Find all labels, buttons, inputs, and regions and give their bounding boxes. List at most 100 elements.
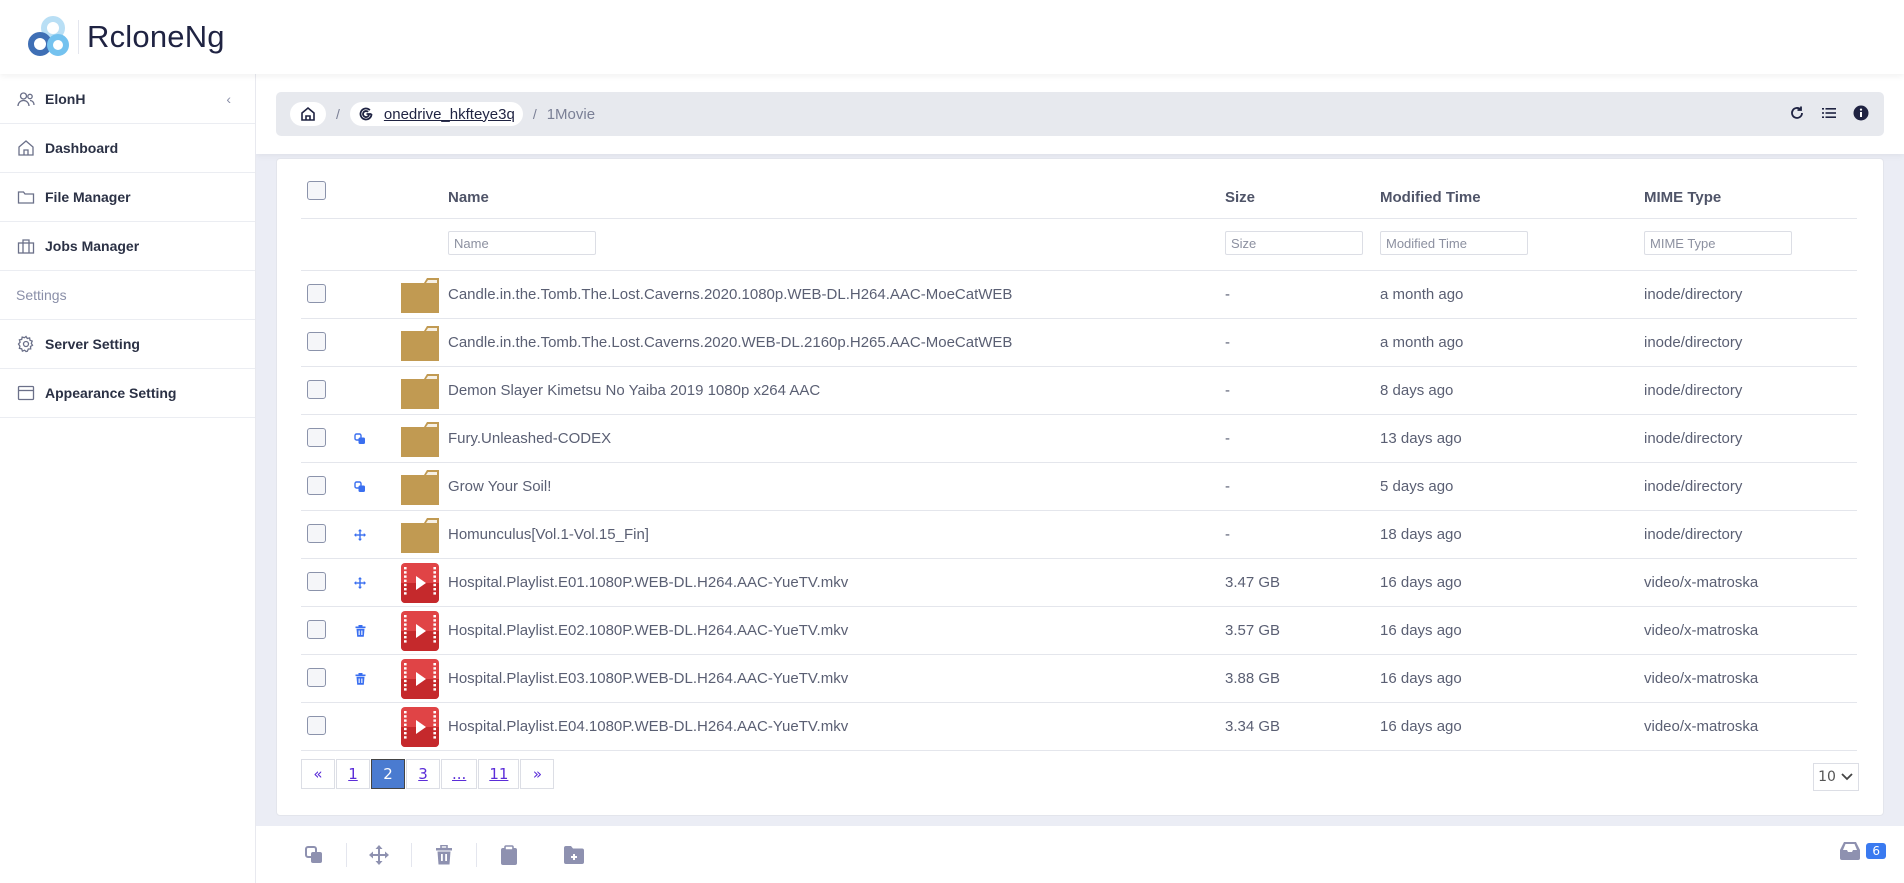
- header-mime-type[interactable]: MIME Type: [1644, 189, 1721, 206]
- file-name[interactable]: Candle.in.the.Tomb.The.Lost.Caverns.2020…: [448, 286, 1012, 303]
- pagination-page[interactable]: ...: [441, 759, 478, 789]
- sidebar-item-file-manager[interactable]: File Manager: [0, 173, 255, 222]
- pagination-page[interactable]: 1: [336, 759, 370, 789]
- header-name[interactable]: Name: [448, 189, 489, 206]
- breadcrumb-remote-label: onedrive_hkfteye3q: [383, 105, 515, 123]
- folder-icon: [401, 325, 439, 361]
- size-filter-input[interactable]: [1225, 231, 1363, 255]
- file-mime-type: inode/directory: [1644, 526, 1743, 543]
- table-row[interactable]: Candle.in.the.Tomb.The.Lost.Caverns.2020…: [301, 319, 1857, 367]
- sidebar-item-dashboard[interactable]: Dashboard: [0, 124, 255, 173]
- row-checkbox[interactable]: [307, 572, 326, 591]
- delete-job-icon: [353, 624, 367, 638]
- row-checkbox[interactable]: [307, 620, 326, 639]
- main-content: / onedrive_hkfteye3q / 1Movie Name Size …: [256, 74, 1904, 883]
- briefcase-icon: [17, 237, 35, 255]
- row-checkbox[interactable]: [307, 332, 326, 351]
- sidebar-item-label: Server Setting: [45, 336, 140, 352]
- top-header: RcloneNg: [0, 0, 1904, 74]
- paste-button[interactable]: [477, 838, 541, 872]
- file-modified-time: 16 days ago: [1380, 670, 1462, 687]
- sidebar-item-jobs-manager[interactable]: Jobs Manager: [0, 222, 255, 271]
- home-icon: [301, 106, 315, 121]
- file-name[interactable]: Homunculus[Vol.1-Vol.15_Fin]: [448, 526, 649, 543]
- copy-icon: [305, 845, 322, 863]
- table-row[interactable]: Candle.in.the.Tomb.The.Lost.Caverns.2020…: [301, 271, 1857, 319]
- file-mime-type: inode/directory: [1644, 286, 1743, 303]
- row-checkbox[interactable]: [307, 716, 326, 735]
- home-icon: [17, 139, 35, 157]
- row-checkbox[interactable]: [307, 284, 326, 303]
- row-checkbox[interactable]: [307, 668, 326, 687]
- file-mime-type: inode/directory: [1644, 382, 1743, 399]
- table-row[interactable]: Demon Slayer Kimetsu No Yaiba 2019 1080p…: [301, 367, 1857, 415]
- sidebar-item-label: File Manager: [45, 189, 131, 205]
- pagination: «1 2 3... 11»: [301, 759, 555, 789]
- sidebar-item-appearance-setting[interactable]: Appearance Setting: [0, 369, 255, 418]
- clipboard-status[interactable]: 6: [1840, 842, 1886, 860]
- header-modified-time[interactable]: Modified Time: [1380, 189, 1481, 206]
- breadcrumb-home[interactable]: [290, 102, 326, 126]
- move-button[interactable]: [347, 838, 411, 872]
- row-checkbox[interactable]: [307, 428, 326, 447]
- pagination-prev[interactable]: «: [301, 759, 335, 789]
- table-row[interactable]: Homunculus[Vol.1-Vol.15_Fin] - 18 days a…: [301, 511, 1857, 559]
- table-row[interactable]: Hospital.Playlist.E04.1080P.WEB-DL.H264.…: [301, 703, 1857, 751]
- file-name[interactable]: Candle.in.the.Tomb.The.Lost.Caverns.2020…: [448, 334, 1012, 351]
- header-size[interactable]: Size: [1225, 189, 1255, 206]
- page-size-value: 10: [1818, 769, 1836, 785]
- name-filter-input[interactable]: [448, 231, 596, 255]
- sidebar-item-server-setting[interactable]: Server Setting: [0, 320, 255, 369]
- chevron-down-icon: [1841, 773, 1853, 781]
- select-all-checkbox[interactable]: [307, 181, 326, 200]
- list-icon[interactable]: [1820, 104, 1838, 122]
- pagination-page[interactable]: 2: [371, 759, 405, 789]
- file-name[interactable]: Demon Slayer Kimetsu No Yaiba 2019 1080p…: [448, 382, 820, 399]
- mime-type-filter-input[interactable]: [1644, 231, 1792, 255]
- new-folder-button[interactable]: [542, 838, 606, 872]
- file-name[interactable]: Fury.Unleashed-CODEX: [448, 430, 611, 447]
- breadcrumb-separator: /: [336, 106, 340, 122]
- sidebar-user[interactable]: ElonH ‹: [0, 74, 255, 124]
- table-row[interactable]: Hospital.Playlist.E03.1080P.WEB-DL.H264.…: [301, 655, 1857, 703]
- pagination-page[interactable]: 11: [478, 759, 520, 789]
- video-file-icon: [401, 563, 439, 603]
- move-job-icon: [353, 576, 367, 590]
- table-row[interactable]: Fury.Unleashed-CODEX - 13 days ago inode…: [301, 415, 1857, 463]
- row-checkbox[interactable]: [307, 380, 326, 399]
- chevron-left-icon[interactable]: ‹: [226, 91, 231, 107]
- page-size-select[interactable]: 10: [1813, 763, 1859, 791]
- folder-icon: [401, 277, 439, 313]
- modified-time-filter-input[interactable]: [1380, 231, 1528, 255]
- info-icon[interactable]: [1852, 104, 1870, 122]
- move-job-icon: [353, 528, 367, 542]
- sidebar: ElonH ‹ Dashboard File Manager Jobs Mana…: [0, 74, 256, 883]
- file-modified-time: 5 days ago: [1380, 478, 1454, 495]
- file-name[interactable]: Grow Your Soil!: [448, 478, 551, 495]
- file-name[interactable]: Hospital.Playlist.E03.1080P.WEB-DL.H264.…: [448, 670, 848, 687]
- table-row[interactable]: Grow Your Soil! - 5 days ago inode/direc…: [301, 463, 1857, 511]
- folder-icon: [401, 421, 439, 457]
- table-row[interactable]: Hospital.Playlist.E02.1080P.WEB-DL.H264.…: [301, 607, 1857, 655]
- file-name[interactable]: Hospital.Playlist.E02.1080P.WEB-DL.H264.…: [448, 622, 848, 639]
- file-size: -: [1225, 286, 1230, 303]
- row-checkbox[interactable]: [307, 524, 326, 543]
- file-mime-type: inode/directory: [1644, 430, 1743, 447]
- folder-icon: [401, 469, 439, 505]
- pagination-page[interactable]: 3: [406, 759, 440, 789]
- file-size: -: [1225, 334, 1230, 351]
- breadcrumb-container: / onedrive_hkfteye3q / 1Movie: [256, 74, 1904, 154]
- row-checkbox[interactable]: [307, 476, 326, 495]
- copy-button[interactable]: [282, 838, 346, 872]
- table-filter-row: [301, 219, 1857, 271]
- file-name[interactable]: Hospital.Playlist.E01.1080P.WEB-DL.H264.…: [448, 574, 848, 591]
- breadcrumb-remote[interactable]: onedrive_hkfteye3q: [349, 102, 523, 126]
- pagination-next[interactable]: »: [520, 759, 555, 789]
- sidebar-section-title: Settings: [0, 271, 255, 320]
- browser-window-icon: [17, 384, 35, 402]
- refresh-icon[interactable]: [1788, 104, 1806, 122]
- delete-button[interactable]: [412, 838, 476, 872]
- clipboard-count-badge: 6: [1866, 843, 1886, 859]
- file-name[interactable]: Hospital.Playlist.E04.1080P.WEB-DL.H264.…: [448, 718, 848, 735]
- table-row[interactable]: Hospital.Playlist.E01.1080P.WEB-DL.H264.…: [301, 559, 1857, 607]
